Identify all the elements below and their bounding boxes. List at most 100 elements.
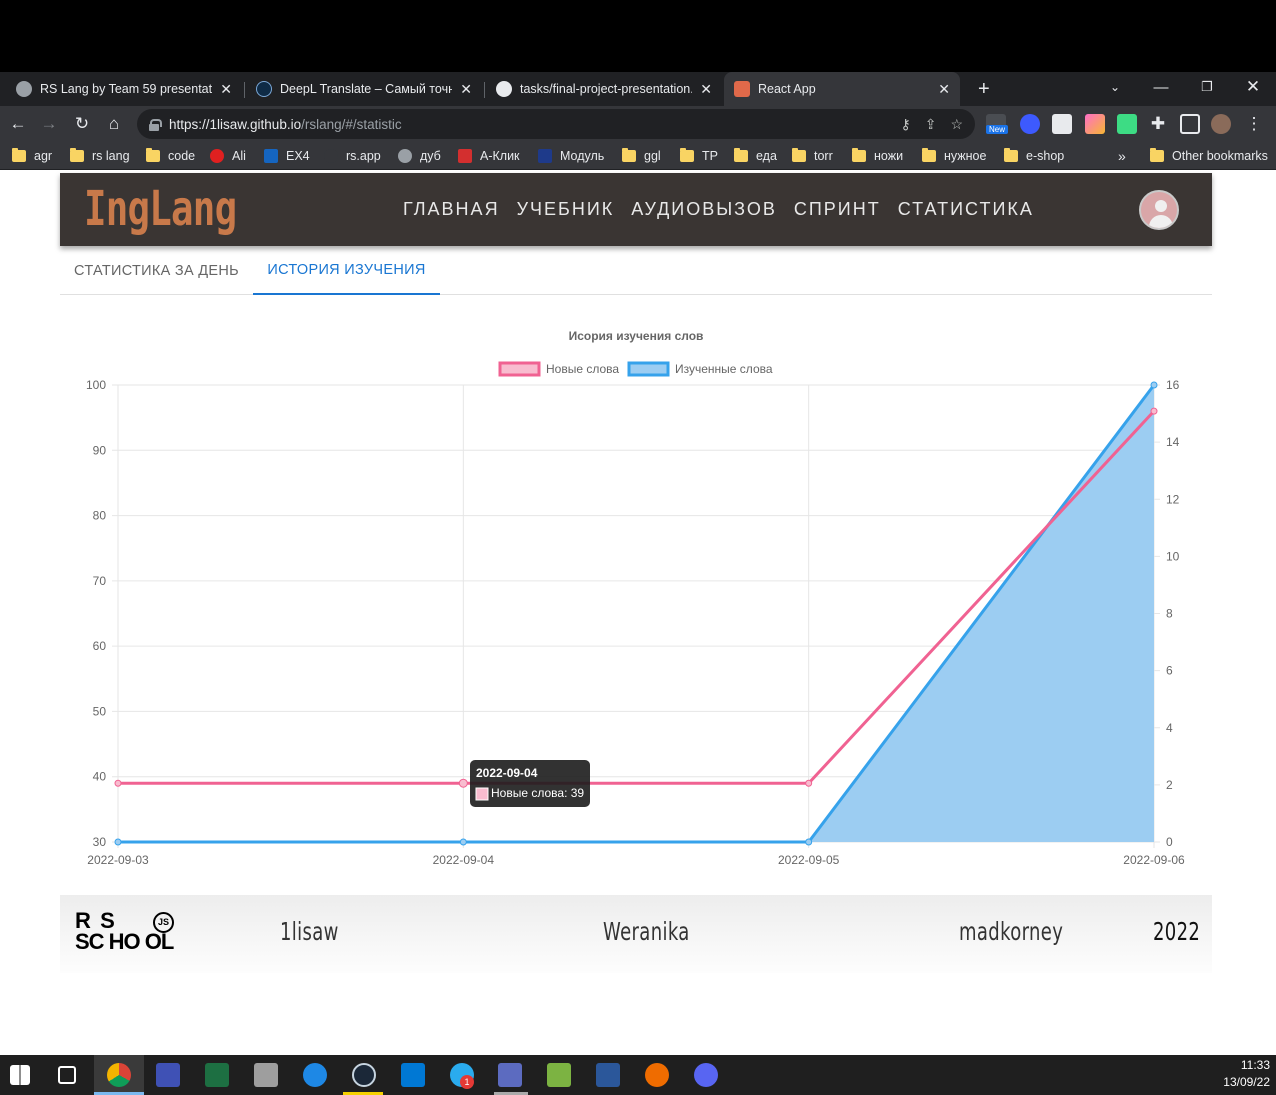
browser-tab-rs-lang[interactable]: RS Lang by Team 59 presentation ✕	[6, 72, 242, 106]
close-window-button[interactable]: ✕	[1230, 72, 1276, 102]
gradient-extension-icon[interactable]	[1085, 114, 1105, 134]
rs-school-logo[interactable]: R S SC HO OL JS	[75, 910, 195, 958]
legend-label-learned-words[interactable]: Изученные слова	[675, 362, 773, 376]
green-extension-icon[interactable]	[1117, 114, 1137, 134]
browser-tab-github[interactable]: tasks/final-project-presentation.m ✕	[486, 72, 722, 106]
legend-label-new-words[interactable]: Новые слова	[546, 362, 619, 376]
deepl-icon	[256, 81, 272, 97]
windows-taskbar: 1 11:33 13/09/22	[0, 1055, 1276, 1095]
learned-words-point	[114, 838, 122, 846]
bookmark-folder[interactable]: torr	[792, 142, 833, 170]
new-words-point	[805, 779, 813, 787]
author-link-weranika[interactable]: Weranika	[603, 917, 690, 946]
bookmark-folder[interactable]: нужное	[922, 142, 986, 170]
bookmark-label: torr	[814, 149, 833, 163]
system-clock[interactable]: 11:33 13/09/22	[1223, 1057, 1270, 1091]
bookmark-folder[interactable]: TP	[680, 142, 718, 170]
folder-icon	[146, 148, 160, 162]
tooltip-swatch	[475, 787, 489, 801]
reload-button[interactable]: ↻	[66, 106, 98, 142]
home-icon[interactable]: ⌂	[98, 106, 130, 142]
bookmark-folder[interactable]: ggl	[622, 142, 661, 170]
butterfly-icon[interactable]	[645, 1063, 669, 1087]
y-left-tick-label: 100	[86, 378, 106, 392]
share-icon[interactable]: ⇪	[925, 116, 937, 133]
network-icon[interactable]	[303, 1063, 327, 1087]
remote-desktop-icon[interactable]	[498, 1063, 522, 1087]
task-view-icon[interactable]	[58, 1066, 76, 1084]
floppy-icon[interactable]	[156, 1063, 180, 1087]
tab-separator	[484, 82, 485, 98]
word-icon[interactable]	[596, 1063, 620, 1087]
app-footer: R S SC HO OL JS 1lisaw Weranika madkorne…	[60, 895, 1212, 973]
other-bookmarks-folder[interactable]: Other bookmarks	[1150, 142, 1268, 170]
y-left-tick-label: 90	[93, 443, 107, 457]
restore-button[interactable]: ❐	[1184, 72, 1230, 102]
new-tab-button[interactable]: +	[968, 72, 998, 106]
bookmark-extension-icon[interactable]	[1020, 114, 1040, 134]
tab-title: DeepL Translate – Самый точный	[280, 82, 453, 96]
bookmark-label: agr	[34, 149, 53, 163]
bookmark-link[interactable]: rs.app	[324, 142, 381, 170]
back-button[interactable]: ←	[2, 106, 34, 142]
bookmark-label: e-shop	[1026, 149, 1065, 163]
bookmark-folder[interactable]: code	[146, 142, 195, 170]
notion-icon[interactable]	[1052, 114, 1072, 134]
steam-icon[interactable]	[352, 1063, 376, 1087]
x-tick-label: 2022-09-05	[778, 853, 840, 867]
extensions-puzzle-icon[interactable]: ✚	[1142, 106, 1174, 142]
bookmark-folder[interactable]: еда	[734, 142, 777, 170]
close-tab-icon[interactable]: ✕	[938, 81, 950, 98]
bookmark-folder[interactable]: agr	[12, 142, 52, 170]
bookmark-link[interactable]: EX4	[264, 142, 310, 170]
lock-icon	[149, 118, 162, 131]
bookmark-link[interactable]: А-Клик	[458, 142, 520, 170]
vscode-icon[interactable]	[401, 1063, 425, 1087]
folder-icon	[622, 148, 636, 162]
bookmark-label: TP	[702, 149, 718, 163]
bookmark-folder[interactable]: ножи	[852, 142, 903, 170]
bookmarks-overflow-button[interactable]: »	[1118, 142, 1126, 170]
browser-tab-react-app[interactable]: React App ✕	[724, 72, 960, 106]
learned-words-area	[118, 385, 1154, 842]
new-words-point	[458, 778, 468, 788]
y-left-tick-label: 70	[93, 574, 107, 588]
author-link-1lisaw[interactable]: 1lisaw	[280, 917, 339, 946]
close-tab-icon[interactable]: ✕	[220, 81, 232, 98]
y-right-tick-label: 2	[1166, 778, 1173, 792]
learned-words-point	[459, 838, 467, 846]
x-tick-label: 2022-09-03	[87, 853, 149, 867]
discord-icon[interactable]	[694, 1063, 718, 1087]
globe-icon	[16, 81, 32, 97]
chrome-icon[interactable]	[107, 1063, 131, 1087]
tab-search-icon[interactable]: ⌄	[1092, 72, 1138, 102]
device-manager-icon[interactable]	[254, 1063, 278, 1087]
address-bar[interactable]: https://1lisaw.github.io/rslang/#/statis…	[137, 109, 975, 139]
minimize-button[interactable]: —	[1138, 72, 1184, 102]
bookmark-link[interactable]: Модуль	[538, 142, 604, 170]
more-menu-icon[interactable]: ⋮	[1238, 106, 1270, 142]
new-words-point	[114, 779, 122, 787]
bookmark-folder[interactable]: e-shop	[1004, 142, 1064, 170]
windows-start-icon[interactable]	[10, 1065, 30, 1085]
bookmark-link[interactable]: Ali	[210, 142, 246, 170]
browser-tab-deepl[interactable]: DeepL Translate – Самый точный ✕	[246, 72, 482, 106]
close-tab-icon[interactable]: ✕	[460, 81, 472, 98]
learned-words-point	[1150, 381, 1158, 389]
bookmark-star-icon[interactable]: ☆	[950, 116, 963, 133]
author-link-madkorney[interactable]: madkorney	[959, 917, 1063, 946]
key-icon[interactable]: ⚷	[900, 116, 910, 133]
x-tick-label: 2022-09-04	[433, 853, 495, 867]
y-left-tick-label: 80	[93, 509, 107, 523]
profile-avatar[interactable]	[1211, 114, 1231, 134]
learned-words-point	[805, 838, 813, 846]
side-panel-icon[interactable]	[1180, 114, 1200, 134]
bookmark-link[interactable]: дуб	[398, 142, 441, 170]
bookmark-folder[interactable]: rs lang	[70, 142, 130, 170]
notepad-icon[interactable]	[547, 1063, 571, 1087]
bookmark-label: А-Клик	[480, 149, 520, 163]
close-tab-icon[interactable]: ✕	[700, 81, 712, 98]
new-extension-icon[interactable]: New	[986, 114, 1008, 134]
forward-button[interactable]: →	[33, 106, 65, 142]
excel-icon[interactable]	[205, 1063, 229, 1087]
